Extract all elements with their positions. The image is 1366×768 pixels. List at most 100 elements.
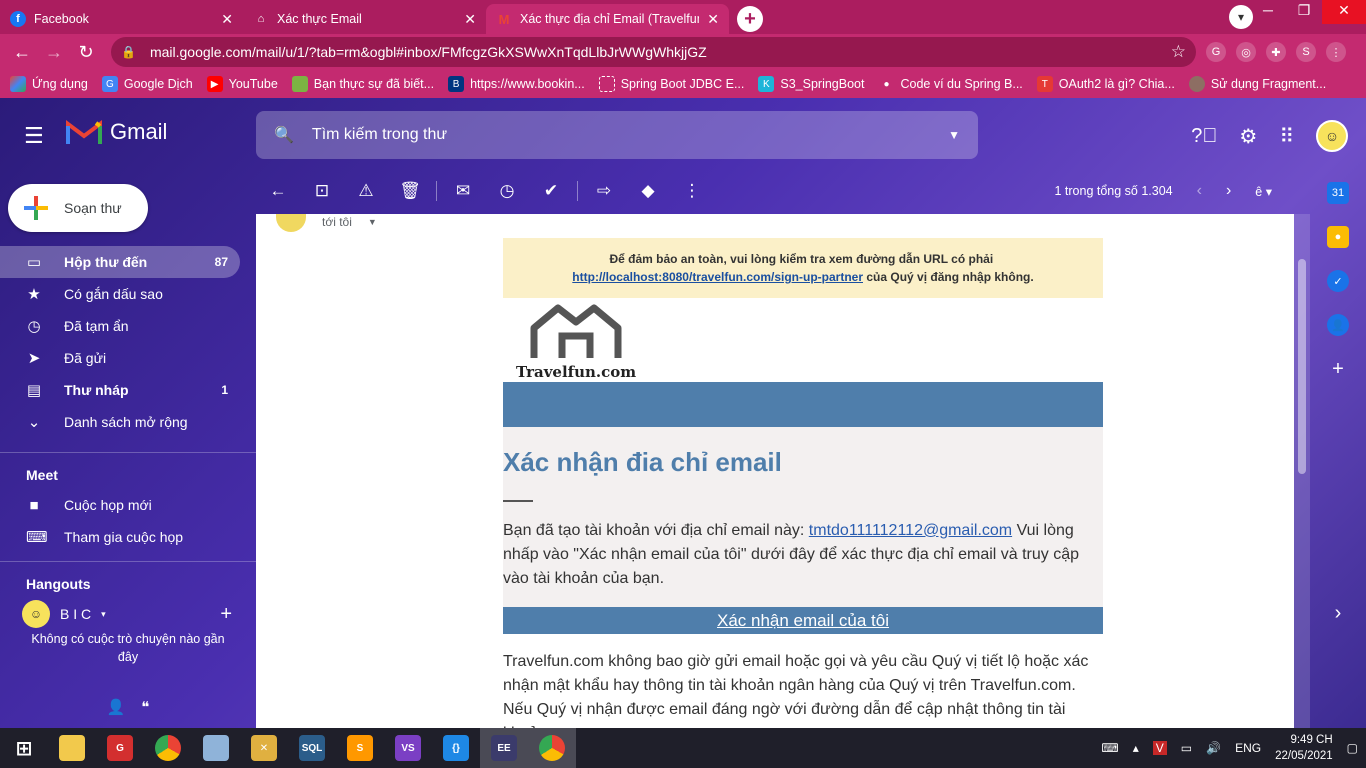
search-options-icon[interactable]: ▼ [948, 128, 960, 142]
bookmark-booking[interactable]: Bhttps://www.bookin... [448, 76, 585, 92]
sidebar-item-more[interactable]: ⌄ Danh sách mở rộng [0, 406, 240, 438]
new-tab-button[interactable]: + [737, 6, 763, 32]
network-icon[interactable]: ▭ [1181, 741, 1192, 755]
bookmark-oauth2[interactable]: T OAuth2 là gì? Chia... [1036, 76, 1175, 92]
bookmark-spring-jdbc[interactable]: Spring Boot JDBC E... [598, 76, 744, 92]
bookmark-google-translate[interactable]: G Google Dịch [101, 76, 193, 92]
bookmark-apps[interactable]: Ứng dụng [10, 76, 88, 92]
minimize-icon[interactable]: ─ [1250, 0, 1286, 24]
bookmark-s3-springboot[interactable]: K S3_SpringBoot [758, 76, 864, 92]
close-tab-icon[interactable]: ✕ [464, 11, 476, 28]
apps-grid-icon[interactable]: ⠿ [1279, 124, 1294, 149]
vietkey-icon[interactable]: V [1152, 741, 1167, 755]
taskbar-explorer[interactable] [48, 728, 96, 768]
sidebar-item-snoozed[interactable]: ◷ Đã tạm ẩn [0, 310, 240, 342]
sidebar-item-starred[interactable]: ★ Có gắn dấu sao [0, 278, 240, 310]
bookmark-youtube[interactable]: ▶ YouTube [206, 76, 278, 92]
email-address-link[interactable]: tmtdo111112112@gmail.com [809, 522, 1012, 539]
notifications-icon[interactable]: ▢ [1347, 741, 1358, 755]
reload-icon[interactable]: ↻ [70, 42, 102, 63]
confirm-email-button[interactable]: Xác nhận email của tôi [503, 607, 1103, 634]
input-tools-icon[interactable]: ê ▾ [1255, 184, 1272, 199]
taskbar-chrome[interactable] [144, 728, 192, 768]
contacts-icon[interactable]: 👤 [1327, 314, 1349, 336]
maximize-icon[interactable]: ❐ [1286, 0, 1322, 24]
bookmark-star-icon[interactable]: ☆ [1171, 42, 1186, 62]
chevron-down-icon[interactable]: ▼ [368, 217, 377, 227]
sidebar-item-sent[interactable]: ➤ Đã gửi [0, 342, 240, 374]
volume-icon[interactable]: 🔊 [1206, 741, 1221, 755]
account-avatar[interactable]: ☺ [1316, 120, 1348, 152]
scrollbar-thumb[interactable] [1298, 259, 1306, 474]
bookmark-code-spring[interactable]: ● Code ví du Spring B... [878, 76, 1022, 92]
more-menu-icon[interactable]: ⋮ [1326, 42, 1346, 62]
keep-icon[interactable]: ● [1327, 226, 1349, 248]
search-icon[interactable]: 🔍 [274, 125, 294, 145]
more-options-icon[interactable]: ⋮ [670, 181, 714, 201]
sidebar-item-inbox[interactable]: ▭ Hộp thư đến 87 [0, 246, 240, 278]
bookmark-fragment[interactable]: Sử dụng Fragment... [1188, 76, 1326, 92]
keyboard-icon[interactable]: ⌨ [1101, 741, 1118, 755]
compose-button[interactable]: Soạn thư [8, 184, 148, 232]
profile-avatar[interactable]: S [1296, 42, 1316, 62]
tab-verify-email[interactable]: ⌂ Xác thực Email ✕ [243, 4, 486, 34]
inbox-icon: ▭ [26, 254, 42, 271]
settings-gear-icon[interactable]: ⚙ [1239, 124, 1257, 149]
language-indicator[interactable]: ENG [1235, 741, 1261, 755]
url-field[interactable]: 🔒 mail.google.com/mail/u/1/?tab=rm&ogbl#… [111, 37, 1196, 67]
taskbar-notepad[interactable] [192, 728, 240, 768]
extensions-icon[interactable]: ✚ [1266, 42, 1286, 62]
report-spam-icon[interactable]: ⚠ [344, 181, 388, 201]
taskbar-sublime[interactable]: S [336, 728, 384, 768]
main-menu-icon[interactable]: ☰ [24, 123, 44, 149]
back-to-inbox-icon[interactable]: ← [256, 181, 300, 201]
taskbar-eclipse[interactable]: EE [480, 728, 528, 768]
newer-icon[interactable]: ‹ [1197, 182, 1202, 200]
tasks-icon[interactable]: ✓ [1327, 270, 1349, 292]
contacts-icon[interactable]: 👤 [107, 698, 126, 728]
close-tab-icon[interactable]: ✕ [221, 11, 233, 28]
join-meeting-button[interactable]: ⌨ Tham gia cuộc họp [0, 521, 240, 553]
archive-icon[interactable]: ⊡ [300, 181, 344, 201]
taskbar-visual-studio[interactable]: VS [384, 728, 432, 768]
hangouts-user[interactable]: ☺ B I C ▾ + [0, 598, 256, 630]
start-button[interactable]: ⊞ [0, 728, 48, 768]
help-icon[interactable]: ?⃝ [1191, 125, 1217, 148]
taskbar-mysql[interactable]: SQL [288, 728, 336, 768]
add-addon-icon[interactable]: + [1327, 358, 1349, 380]
taskbar-app[interactable]: ✕ [240, 728, 288, 768]
sidebar-item-drafts[interactable]: ▤ Thư nháp 1 [0, 374, 240, 406]
expand-panel-icon[interactable]: › [1327, 602, 1349, 624]
bookmark-article[interactable]: Bạn thực sự đã biết... [291, 76, 434, 92]
translate-icon[interactable]: G [1206, 42, 1226, 62]
tab-gmail[interactable]: M Xác thực địa chỉ Email (Travelfun ✕ [486, 4, 729, 34]
message-scrollbar[interactable] [1294, 214, 1310, 728]
recipient-to[interactable]: tới tôi [322, 215, 352, 229]
taskbar-garena[interactable]: G [96, 728, 144, 768]
forward-icon[interactable]: → [38, 42, 70, 63]
lens-icon[interactable]: ◎ [1236, 42, 1256, 62]
new-meeting-button[interactable]: ■ Cuộc họp mới [0, 489, 240, 521]
chrome-icon [539, 735, 565, 761]
delete-icon[interactable]: 🗑 [388, 181, 432, 201]
search-input[interactable]: 🔍 Tìm kiếm trong thư ▼ [256, 111, 978, 159]
close-tab-icon[interactable]: ✕ [707, 11, 719, 28]
mark-unread-icon[interactable]: ✉ [441, 181, 485, 201]
add-chat-icon[interactable]: + [220, 603, 232, 626]
close-window-icon[interactable]: ✕ [1322, 0, 1366, 24]
back-icon[interactable]: ← [6, 42, 38, 63]
add-task-icon[interactable]: ✔ [529, 181, 573, 201]
hangouts-icon[interactable]: ❝ [141, 698, 149, 728]
calendar-icon[interactable]: 31 [1327, 182, 1349, 204]
clock[interactable]: 9:49 CH 22/05/2021 [1275, 732, 1333, 764]
show-hidden-icons[interactable]: ▴ [1133, 741, 1139, 755]
notice-url-link[interactable]: http://localhost:8080/travelfun.com/sign… [572, 270, 863, 284]
tab-facebook[interactable]: f Facebook ✕ [0, 4, 243, 34]
move-to-icon[interactable]: ⇨ [582, 181, 626, 201]
gmail-logo[interactable]: Gmail [66, 118, 167, 146]
older-icon[interactable]: › [1226, 182, 1231, 200]
snooze-icon[interactable]: ◷ [485, 181, 529, 201]
taskbar-vscode[interactable]: {} [432, 728, 480, 768]
label-icon[interactable]: ◆ [626, 181, 670, 201]
taskbar-chrome-active[interactable] [528, 728, 576, 768]
